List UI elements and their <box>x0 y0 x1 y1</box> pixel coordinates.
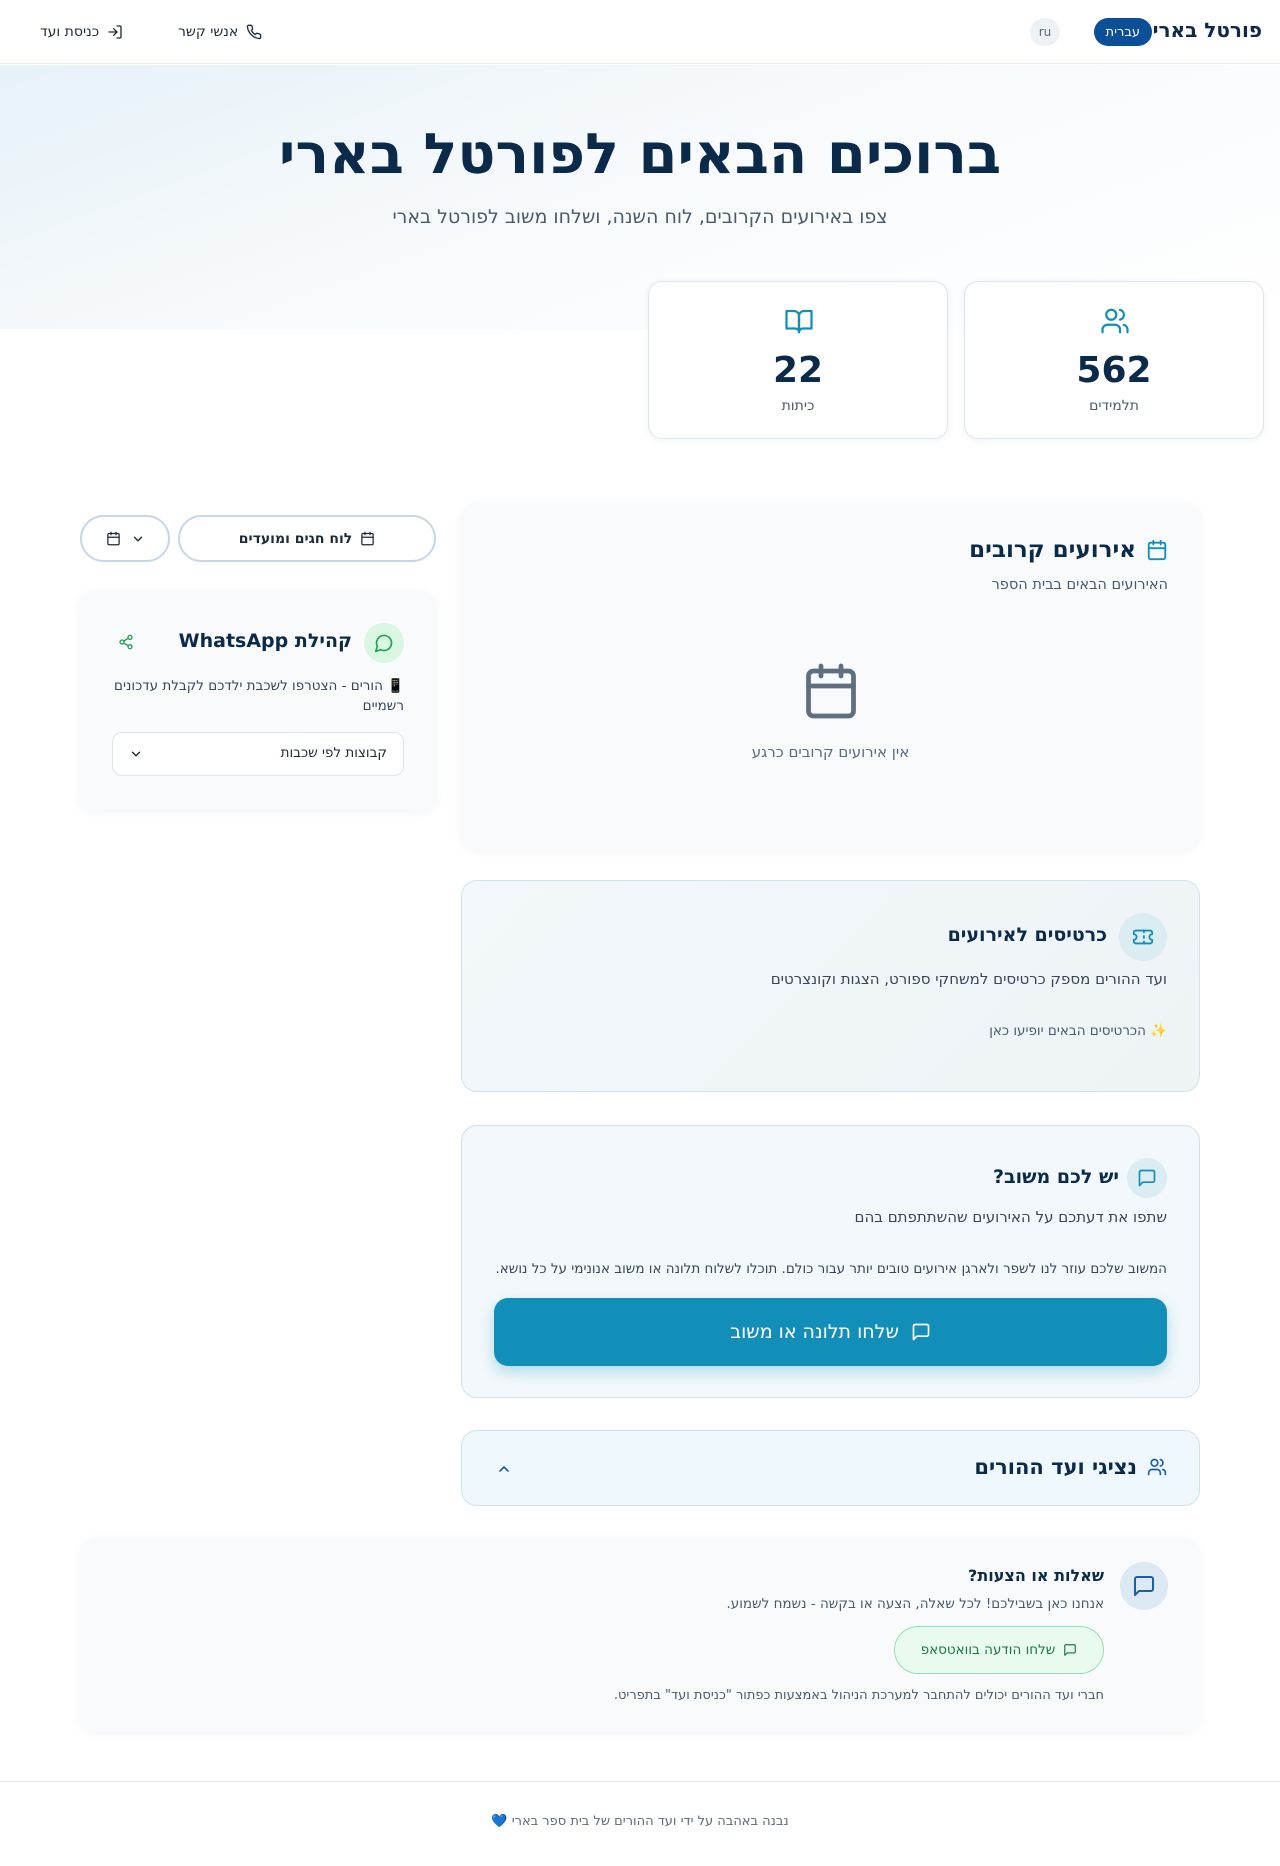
lang-hebrew-button[interactable]: עברית <box>1093 18 1152 46</box>
tickets-card: כרטיסים לאירועים ועד ההורים מספק כרטיסים… <box>461 880 1200 1092</box>
footer-text: נבנה באהבה על ידי ועד ההורים של בית ספר … <box>491 1814 789 1829</box>
events-empty-message: אין אירועים קרובים כרגע <box>751 743 910 761</box>
questions-card: שאלות או הצעות? אנחנו כאן בשבילכם! לכל ש… <box>80 1538 1200 1732</box>
calendar-icon <box>1146 539 1168 561</box>
committee-title: נציגי ועד ההורים <box>974 1455 1137 1479</box>
users-icon <box>1100 306 1130 336</box>
students-label: תלמידים <box>1089 398 1139 414</box>
message-square-icon <box>1120 1562 1168 1610</box>
whatsapp-message-label: שלחו הודעה בוואטסאפ <box>920 1642 1056 1658</box>
footer-divider <box>0 1781 1280 1782</box>
committee-reps-collapsible[interactable]: נציגי ועד ההורים <box>461 1430 1200 1506</box>
whatsapp-title: קהילת WhatsApp <box>178 630 352 652</box>
events-title: אירועים קרובים <box>969 537 1136 563</box>
share-icon[interactable] <box>118 634 134 650</box>
grade-groups-select[interactable]: קבוצות לפי שכבות <box>112 732 404 776</box>
events-header: אירועים קרובים <box>969 537 1168 563</box>
stat-card-students: 562 תלמידים <box>964 281 1264 439</box>
login-icon <box>107 24 123 40</box>
hero-subtitle: צפו באירועים הקרובים, לוח השנה, ושלחו מש… <box>392 206 888 228</box>
whatsapp-description: 📱 הורים - הצטרפו לשכבת ילדכם לקבלת עדכונ… <box>114 678 404 714</box>
login-label: כניסת ועד <box>40 24 100 40</box>
tickets-note: ✨ הכרטיסים הבאים יופיעו כאן <box>989 1023 1167 1039</box>
feedback-card: יש לכם משוב? שתפו את דעתכם על האירועים ש… <box>461 1125 1200 1398</box>
message-square-icon <box>1063 1643 1077 1657</box>
message-square-icon <box>911 1322 931 1342</box>
tickets-subtitle: ועד ההורים מספק כרטיסים למשחקי ספורט, הצ… <box>770 970 1167 988</box>
phone-icon <box>246 24 262 40</box>
brand-title[interactable]: פורטל בארי <box>1153 18 1262 42</box>
upcoming-events-card: אירועים קרובים האירועים הבאים בבית הספר … <box>461 503 1200 849</box>
holidays-label: לוח חגים ומועדים <box>238 530 353 547</box>
contacts-link[interactable]: אנשי קשר <box>178 20 262 44</box>
contacts-label: אנשי קשר <box>178 24 239 40</box>
whatsapp-community-card: קהילת WhatsApp 📱 הורים - הצטרפו לשכבת יל… <box>80 592 436 810</box>
chevron-down-icon <box>131 532 145 546</box>
feedback-subtitle: שתפו את דעתכם על האירועים שהשתתפתם בהם <box>854 1208 1167 1226</box>
users-icon <box>1147 1457 1167 1477</box>
classes-count: 22 <box>772 350 824 391</box>
committee-login-note: חברי ועד ההורים יכולים להתחבר למערכת הני… <box>613 1688 1104 1703</box>
calendar-icon <box>106 531 121 546</box>
chevron-up-icon[interactable] <box>496 1461 512 1477</box>
whatsapp-message-button[interactable]: שלחו הודעה בוואטסאפ <box>894 1626 1104 1674</box>
committee-login-link[interactable]: כניסת ועד <box>40 20 123 44</box>
lang-russian-button[interactable]: ru <box>1030 18 1060 46</box>
classes-label: כיתות <box>781 398 815 414</box>
holidays-calendar-button[interactable]: לוח חגים ומועדים <box>178 515 436 562</box>
ticket-icon <box>1119 913 1167 961</box>
chevron-down-icon <box>129 747 143 761</box>
calendar-empty-icon <box>801 661 861 721</box>
tickets-title: כרטיסים לאירועים <box>947 924 1107 946</box>
feedback-title: יש לכם משוב? <box>992 1166 1119 1188</box>
whatsapp-icon <box>364 623 404 663</box>
calendar-dropdown-button[interactable] <box>80 515 170 562</box>
message-square-icon <box>1127 1158 1167 1198</box>
students-count: 562 <box>1076 350 1152 391</box>
calendar-icon <box>360 531 375 546</box>
grade-groups-label: קבוצות לפי שכבות <box>280 745 387 761</box>
questions-title: שאלות או הצעות? <box>968 1566 1104 1585</box>
send-feedback-label: שלחו תלונה או משוב <box>730 1321 899 1343</box>
events-subtitle: האירועים הבאים בבית הספר <box>991 577 1168 593</box>
hero-title: ברוכים הבאים לפורטל בארי <box>278 122 1002 187</box>
top-navbar: פורטל בארי עברית ru אנשי קשר כניסת ועד <box>0 0 1280 64</box>
feedback-body: המשוב שלכם עוזר לנו לשפר ולארגן אירועים … <box>495 1261 1167 1277</box>
book-icon <box>784 306 814 336</box>
stat-card-classes: 22 כיתות <box>648 281 948 439</box>
committee-header: נציגי ועד ההורים <box>974 1455 1167 1479</box>
questions-subtitle: אנחנו כאן בשבילכם! לכל שאלה, הצעה או בקש… <box>726 1596 1104 1612</box>
send-feedback-button[interactable]: שלחו תלונה או משוב <box>494 1298 1167 1366</box>
